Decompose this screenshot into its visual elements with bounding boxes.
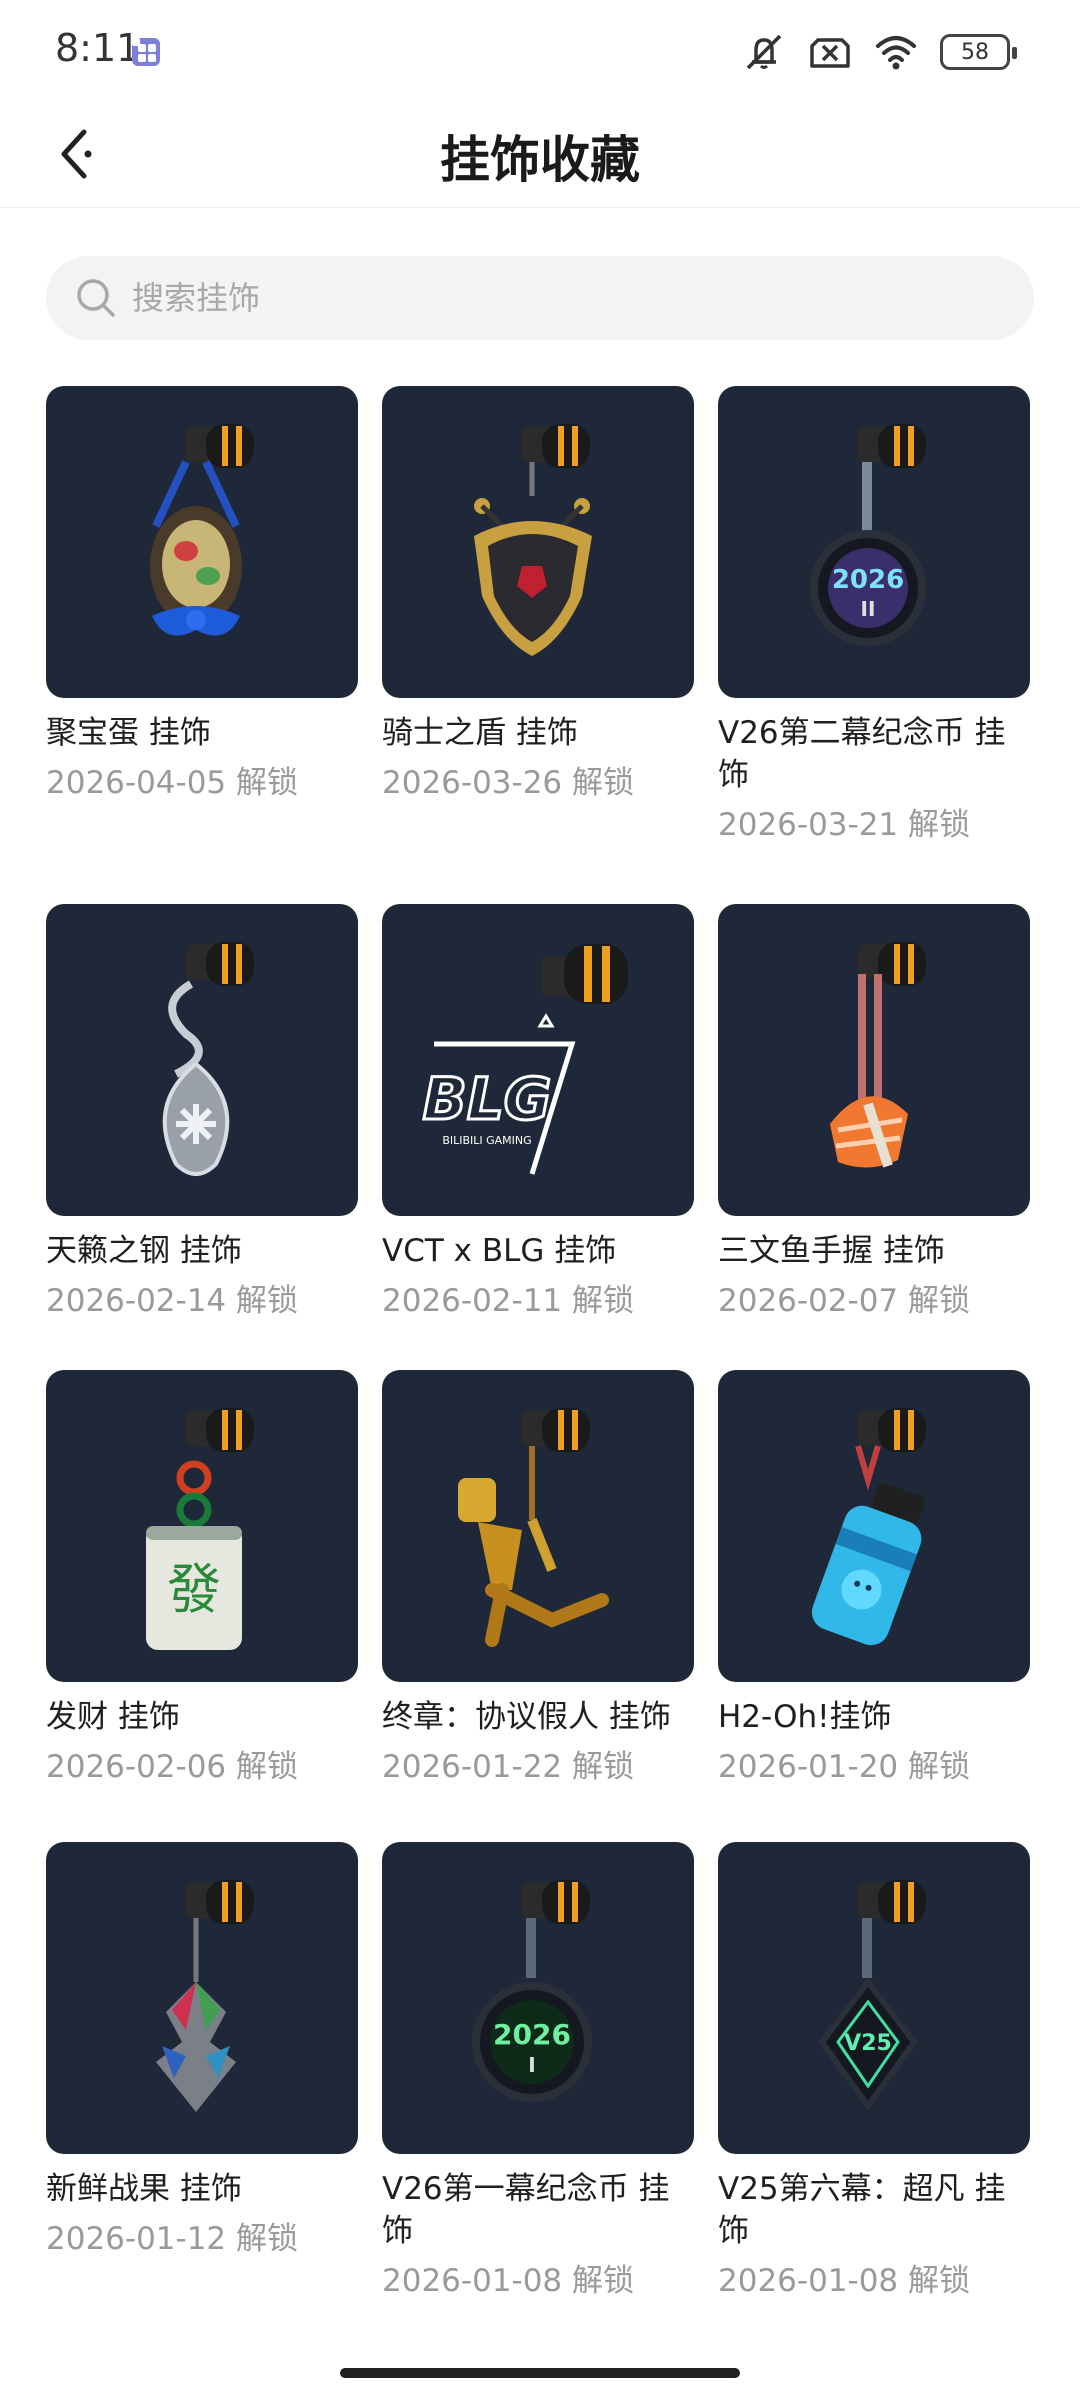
coin-act: II [861, 597, 876, 621]
charm-card[interactable]: 2026 I V26第一幕纪念币 挂饰 2026-01-08 解锁 [382, 1842, 694, 2302]
header: 挂饰收藏 [0, 100, 1080, 208]
sim-x-icon [810, 38, 850, 68]
steel-charm-image [162, 942, 254, 1176]
charm-unlock-date: 2026-03-21 解锁 [718, 807, 971, 843]
charm-thumbnail [46, 386, 358, 698]
charm-card[interactable]: 2026 II V26第二幕纪念币 挂饰 2026-03-21 解锁 [718, 386, 1030, 846]
mute-icon [746, 34, 782, 70]
charm-name: 发财 挂饰 [46, 1699, 180, 1735]
blg-charm-image: BLG BILIBILI GAMING [421, 944, 628, 1175]
blg-logo-text: BLG [423, 1065, 552, 1133]
charm-unlock-date: 2026-02-06 解锁 [46, 1749, 299, 1785]
coin-charm-image: 2026 I [472, 1880, 592, 2102]
charm-name: 骑士之盾 挂饰 [382, 715, 578, 751]
charm-unlock-date: 2026-01-12 解锁 [46, 2221, 299, 2257]
charm-unlock-date: 2026-03-26 解锁 [382, 765, 635, 801]
charm-unlock-date: 2026-02-14 解锁 [46, 1283, 299, 1319]
charm-card[interactable]: 聚宝蛋 挂饰 2026-04-05 解锁 [46, 386, 358, 804]
charm-name: V25第六幕：超凡 挂饰 [718, 2171, 1006, 2249]
search-bar[interactable] [46, 256, 1034, 340]
blg-sub-text: BILIBILI GAMING [442, 1134, 531, 1147]
charm-card[interactable]: BLG BILIBILI GAMING VCT x BLG 挂饰 2026-02… [382, 904, 694, 1322]
charm-name: VCT x BLG 挂饰 [382, 1233, 617, 1269]
battery-icon: 58 [940, 34, 1017, 70]
dummy-charm-image [458, 1408, 609, 1647]
mahjong-charm-image: 發 [146, 1408, 254, 1650]
charm-card[interactable]: 天籁之钢 挂饰 2026-02-14 解锁 [46, 904, 358, 1322]
fruit-charm-image [156, 1880, 254, 2112]
charm-card[interactable]: 三文鱼手握 挂饰 2026-02-07 解锁 [718, 904, 1030, 1322]
charm-name: 聚宝蛋 挂饰 [46, 715, 211, 751]
charm-name: H2-Oh!挂饰 [718, 1699, 892, 1735]
charm-unlock-date: 2026-02-11 解锁 [382, 1283, 635, 1319]
charm-card[interactable]: V25 V25第六幕：超凡 挂饰 2026-01-08 解锁 [718, 1842, 1030, 2302]
home-indicator[interactable] [340, 2368, 740, 2378]
charm-card[interactable]: H2-Oh!挂饰 2026-01-20 解锁 [718, 1370, 1030, 1788]
charm-name: 终章：协议假人 挂饰 [382, 1699, 671, 1735]
v25-text: V25 [844, 2031, 892, 2056]
charm-card[interactable]: 發 发财 挂饰 2026-02-06 解锁 [46, 1370, 358, 1788]
charm-card[interactable]: 骑士之盾 挂饰 2026-03-26 解锁 [382, 386, 694, 804]
charm-card[interactable]: 新鲜战果 挂饰 2026-01-12 解锁 [46, 1842, 358, 2260]
status-icons: 58 [742, 30, 1017, 74]
coin-year: 2026 [832, 565, 904, 595]
charm-name: 天籁之钢 挂饰 [46, 1233, 242, 1269]
coin-year: 2026 [493, 2018, 571, 2051]
wifi-icon [876, 36, 916, 70]
egg-charm-image [150, 424, 254, 636]
salmon-charm-image [830, 942, 926, 1168]
charm-card[interactable]: 终章：协议假人 挂饰 2026-01-22 解锁 [382, 1370, 694, 1788]
charm-thumbnail [382, 1370, 694, 1682]
charm-unlock-date: 2026-01-22 解锁 [382, 1749, 635, 1785]
charm-name: 三文鱼手握 挂饰 [718, 1233, 945, 1269]
search-input[interactable] [132, 279, 992, 317]
app-badge-icon [132, 38, 160, 66]
coin-act: I [528, 2053, 535, 2077]
charm-thumbnail [46, 904, 358, 1216]
charm-thumbnail: 2026 II [718, 386, 1030, 698]
charm-thumbnail [46, 1842, 358, 2154]
status-bar: 8:11 58 [0, 0, 1080, 100]
search-icon [77, 279, 115, 317]
v25-charm-image: V25 [818, 1880, 926, 2112]
charm-thumbnail: V25 [718, 1842, 1030, 2154]
charm-unlock-date: 2026-02-07 解锁 [718, 1283, 971, 1319]
charm-unlock-date: 2026-01-08 解锁 [382, 2263, 635, 2299]
charm-unlock-date: 2026-01-20 解锁 [718, 1749, 971, 1785]
charm-thumbnail: 2026 I [382, 1842, 694, 2154]
bottle-charm-image [811, 1408, 926, 1646]
charm-thumbnail [382, 386, 694, 698]
charm-thumbnail [718, 904, 1030, 1216]
charm-name: 新鲜战果 挂饰 [46, 2171, 242, 2207]
page-title: 挂饰收藏 [440, 131, 640, 189]
charm-thumbnail [718, 1370, 1030, 1682]
status-time: 8:11 [55, 26, 141, 70]
shield-charm-image [474, 424, 592, 656]
coin-charm-image: 2026 II [810, 424, 926, 646]
charm-unlock-date: 2026-01-08 解锁 [718, 2263, 971, 2299]
charm-name: V26第一幕纪念币 挂饰 [382, 2171, 670, 2249]
charm-thumbnail: BLG BILIBILI GAMING [382, 904, 694, 1216]
charm-unlock-date: 2026-04-05 解锁 [46, 765, 299, 801]
battery-level: 58 [961, 39, 989, 65]
mahjong-glyph: 發 [167, 1558, 221, 1621]
charm-thumbnail: 發 [46, 1370, 358, 1682]
charm-name: V26第二幕纪念币 挂饰 [718, 715, 1006, 793]
